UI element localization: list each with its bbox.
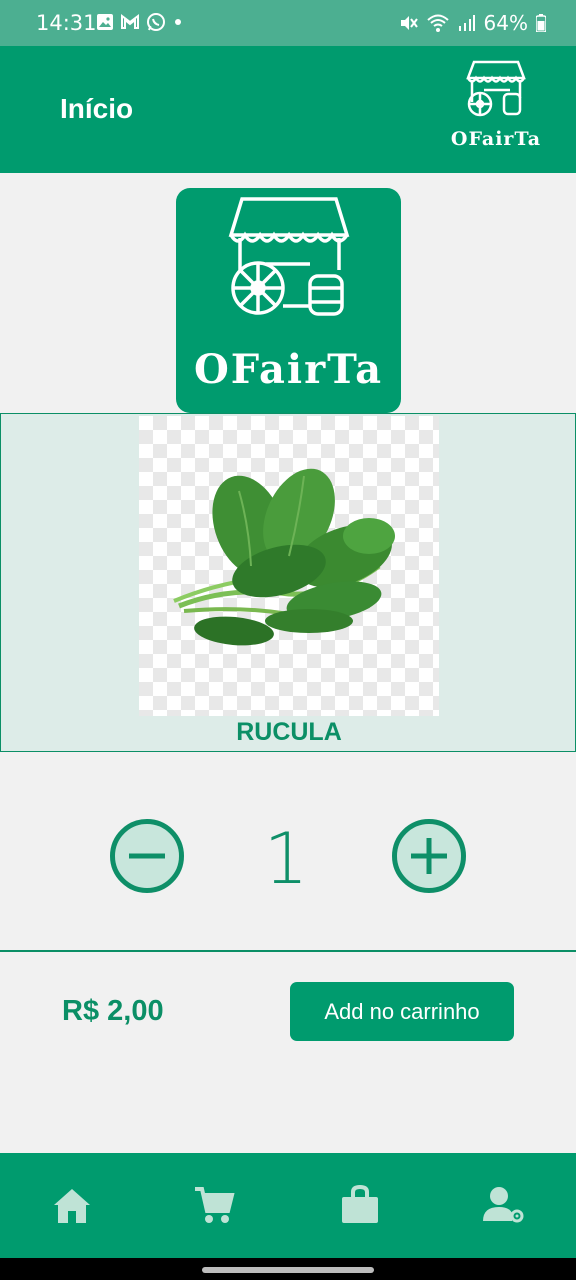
product-price: R$ 2,00: [62, 995, 164, 1027]
home-icon: [54, 1189, 90, 1223]
nav-home[interactable]: [50, 1183, 94, 1227]
product-image: [139, 416, 439, 716]
gesture-handle[interactable]: [202, 1267, 374, 1273]
product-name: RUCULA: [236, 718, 342, 746]
hero-logo: OFairTa: [176, 188, 401, 413]
battery-percent: 64%: [483, 11, 528, 35]
system-icons: 64%: [398, 11, 546, 35]
market-stall-icon: [228, 197, 350, 316]
gallery-icon: [97, 14, 113, 30]
decrease-quantity-button[interactable]: [110, 819, 184, 893]
notification-icons: [96, 12, 184, 32]
status-time: 14:31: [36, 11, 97, 35]
user-settings-icon: [483, 1187, 524, 1223]
product-card: RUCULA: [0, 413, 576, 752]
bag-icon: [342, 1184, 378, 1223]
signal-icon: [458, 15, 475, 31]
plus-icon: [411, 838, 447, 874]
increase-quantity-button[interactable]: [392, 819, 466, 893]
rucula-leaves-image: [173, 468, 395, 646]
app-bar-logo-text: OFairTa: [450, 128, 542, 150]
nav-profile-settings[interactable]: [482, 1183, 526, 1227]
nav-orders[interactable]: [338, 1183, 382, 1227]
gmail-icon: [121, 14, 139, 29]
market-stall-icon: [466, 60, 526, 117]
nav-cart[interactable]: [192, 1183, 236, 1227]
add-to-cart-button[interactable]: Add no carrinho: [290, 982, 514, 1041]
quantity-value: 1: [263, 818, 309, 900]
wifi-icon: [426, 14, 449, 32]
divider: [0, 950, 576, 952]
cart-icon: [195, 1187, 235, 1223]
minus-icon: [129, 853, 165, 859]
page-title: Início: [60, 93, 134, 124]
battery-icon: [536, 14, 546, 32]
app-bar-logo: OFairTa: [448, 58, 544, 158]
bottom-nav: [0, 1153, 576, 1258]
app-bar: Início OFairTa: [0, 46, 576, 173]
status-bar: 14:31 64%: [0, 0, 576, 46]
dot-icon: [175, 19, 181, 25]
mute-icon: [400, 16, 418, 30]
add-to-cart-label: Add no carrinho: [324, 998, 480, 1024]
hero-logo-text: OFairTa: [193, 346, 384, 393]
whatsapp-icon: [147, 13, 165, 31]
system-nav-bar: [0, 1258, 576, 1280]
